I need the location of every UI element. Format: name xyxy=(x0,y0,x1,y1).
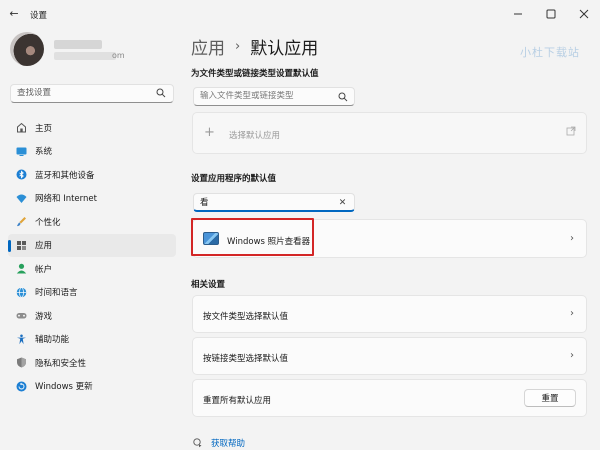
apps-icon xyxy=(16,240,27,251)
sidebar-item-accounts[interactable]: 帐户 xyxy=(8,257,176,281)
search-icon[interactable] xyxy=(337,91,348,102)
sidebar-item-label: Windows 更新 xyxy=(35,382,93,393)
choose-default-app-label: 选择默认应用 xyxy=(229,131,281,141)
sidebar-item-label: 主页 xyxy=(35,123,53,134)
sidebar-item-bluetooth[interactable]: 蓝牙和其他设备 xyxy=(8,163,176,187)
breadcrumb-parent[interactable]: 应用 xyxy=(191,34,225,59)
title-bar: ← 设置 xyxy=(0,0,600,28)
back-arrow-icon[interactable]: ← xyxy=(6,6,22,22)
account-email: om xyxy=(112,51,125,60)
close-icon[interactable] xyxy=(567,0,600,28)
chevron-right-icon: › xyxy=(570,350,574,361)
home-icon xyxy=(16,122,27,133)
sidebar-item-home[interactable]: 主页 xyxy=(8,116,176,140)
sidebar-nav: 主页 系统 蓝牙和其他设备 网络和 Internet 个性化 应用 帐户 时间和… xyxy=(8,116,176,398)
globe-clock-icon xyxy=(16,287,27,298)
plus-icon: + xyxy=(204,125,215,140)
choose-by-link-type-row[interactable]: 按链接类型选择默认值 › xyxy=(192,337,587,375)
minimize-icon[interactable] xyxy=(501,0,534,28)
sidebar-item-time-language[interactable]: 时间和语言 xyxy=(8,281,176,305)
clear-icon[interactable]: ✕ xyxy=(337,197,348,208)
file-type-section-heading: 为文件类型或链接类型设置默认值 xyxy=(191,69,319,79)
highlight-box xyxy=(191,218,314,256)
sidebar-item-gaming[interactable]: 游戏 xyxy=(8,304,176,328)
chevron-right-icon: › xyxy=(570,308,574,319)
settings-search-input[interactable] xyxy=(17,88,157,98)
help-icon xyxy=(193,438,202,448)
choose-by-link-type-label: 按链接类型选择默认值 xyxy=(203,354,289,364)
sidebar-item-windows-update[interactable]: Windows 更新 xyxy=(8,375,176,399)
sidebar-item-apps[interactable]: 应用 xyxy=(8,233,176,257)
window-controls xyxy=(501,0,600,28)
update-icon xyxy=(16,381,27,392)
choose-by-file-type-label: 按文件类型选择默认值 xyxy=(203,312,289,322)
sidebar-item-label: 辅助功能 xyxy=(35,335,70,346)
settings-search[interactable] xyxy=(10,84,174,103)
window-title: 设置 xyxy=(30,11,48,21)
sidebar-item-label: 隐私和安全性 xyxy=(35,358,87,369)
sidebar-item-label: 应用 xyxy=(35,241,53,252)
app-search-input[interactable] xyxy=(200,197,330,207)
shield-icon xyxy=(16,357,27,368)
sidebar-item-network[interactable]: 网络和 Internet xyxy=(8,187,176,211)
breadcrumb: 应用 › 默认应用 xyxy=(191,34,318,59)
gamepad-icon xyxy=(16,310,27,321)
chevron-right-icon: › xyxy=(570,233,574,244)
account-email-blurred xyxy=(54,52,116,60)
sidebar-item-label: 帐户 xyxy=(35,264,53,275)
get-help-link[interactable]: 获取帮助 xyxy=(193,437,245,449)
file-type-search[interactable] xyxy=(193,87,355,106)
get-help-label: 获取帮助 xyxy=(211,439,246,449)
file-type-search-input[interactable] xyxy=(200,91,330,101)
wifi-icon xyxy=(16,193,27,204)
reset-button[interactable]: 重置 xyxy=(524,389,576,407)
sidebar-item-label: 系统 xyxy=(35,147,53,158)
breadcrumb-separator: › xyxy=(235,39,241,54)
open-external-icon xyxy=(566,126,576,136)
sidebar-item-personalization[interactable]: 个性化 xyxy=(8,210,176,234)
sidebar-item-label: 时间和语言 xyxy=(35,288,78,299)
sidebar-item-system[interactable]: 系统 xyxy=(8,140,176,164)
sidebar-item-label: 网络和 Internet xyxy=(35,194,97,205)
search-icon[interactable] xyxy=(156,88,166,98)
page-title: 默认应用 xyxy=(250,39,319,59)
choose-default-app-card: + 选择默认应用 xyxy=(192,112,587,154)
account-icon xyxy=(16,263,27,274)
system-icon xyxy=(16,146,27,157)
bluetooth-icon xyxy=(16,169,27,180)
reset-defaults-row: 重置所有默认应用 重置 xyxy=(192,379,587,417)
account-name-blurred xyxy=(54,40,102,49)
related-settings-heading: 相关设置 xyxy=(191,280,226,290)
maximize-icon[interactable] xyxy=(534,0,567,28)
app-defaults-section-heading: 设置应用程序的默认值 xyxy=(191,174,277,184)
sidebar-item-label: 游戏 xyxy=(35,311,53,322)
sidebar-item-accessibility[interactable]: 辅助功能 xyxy=(8,328,176,352)
watermark: 小杜下载站 xyxy=(520,46,580,59)
sidebar-item-label: 个性化 xyxy=(35,217,61,228)
accessibility-icon xyxy=(16,334,27,345)
sidebar-item-label: 蓝牙和其他设备 xyxy=(35,170,95,181)
sidebar-item-privacy[interactable]: 隐私和安全性 xyxy=(8,351,176,375)
reset-defaults-label: 重置所有默认应用 xyxy=(203,396,272,406)
avatar[interactable] xyxy=(10,32,44,66)
brush-icon xyxy=(16,216,27,227)
choose-by-file-type-row[interactable]: 按文件类型选择默认值 › xyxy=(192,295,587,333)
app-search[interactable]: ✕ xyxy=(193,193,355,212)
